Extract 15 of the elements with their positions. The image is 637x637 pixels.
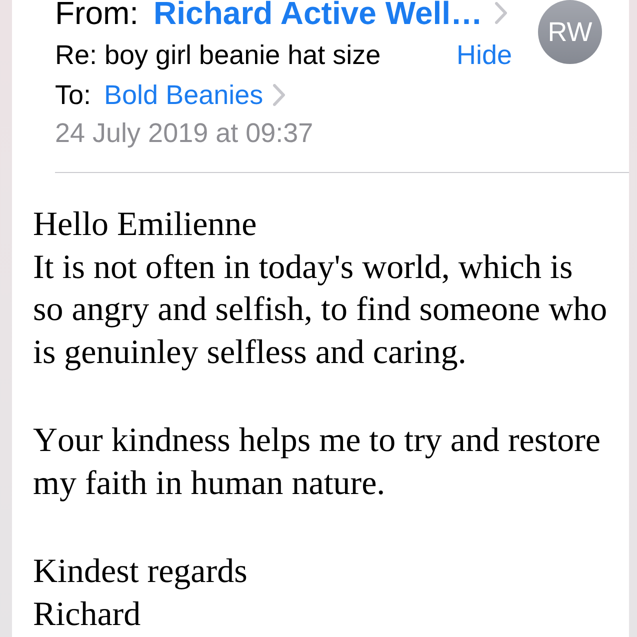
message-text: Kindest regards — [33, 552, 248, 592]
to-label: To: — [55, 79, 92, 112]
recipient-link[interactable]: Bold Beanies — [104, 76, 264, 114]
sender-link[interactable]: Richard Active Well… — [154, 0, 483, 26]
chevron-icon — [494, 2, 507, 24]
date-text: 24 July 2019 at 09:37 — [55, 117, 314, 150]
sender-avatar: RW — [538, 0, 602, 64]
message-text: Your kindness helps me to try and restore my faith in human nature. — [33, 421, 602, 504]
subject-text: Re: boy girl beanie hat size — [55, 39, 381, 72]
from-label: From: — [55, 0, 139, 26]
message-text: Hello Emilienne — [33, 205, 257, 245]
hide-link[interactable]: Hide — [456, 36, 512, 74]
message-text: It is not often in today's world, which is so angry and selfish, to find someone who is genuinley selfless and caring. — [33, 248, 608, 372]
chevron-icon — [273, 84, 286, 106]
message-text: Richard — [33, 594, 141, 634]
